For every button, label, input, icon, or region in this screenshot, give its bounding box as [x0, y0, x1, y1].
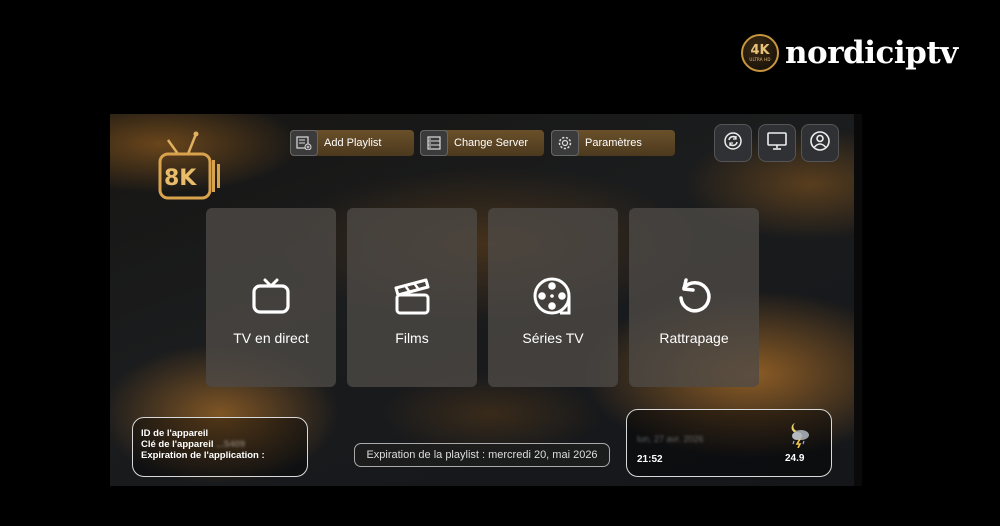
brand-seal-text: 4K	[750, 42, 770, 58]
server-list-icon	[420, 130, 448, 156]
tile-live-tv-label: TV en direct	[233, 330, 309, 346]
app-logo: 8K	[158, 130, 222, 200]
change-server-label: Change Server	[454, 137, 528, 149]
monitor-button[interactable]	[758, 124, 796, 162]
tile-replay-label: Rattrapage	[659, 330, 729, 346]
tile-series-label: Séries TV	[522, 330, 584, 346]
temperature: 24.9	[785, 453, 805, 464]
tv-icon	[251, 276, 291, 316]
playlist-expiration: Expiration de la playlist : mercredi 20,…	[354, 443, 610, 467]
refresh-button[interactable]	[714, 124, 752, 162]
screen-edge	[854, 114, 862, 486]
add-playlist-button[interactable]: Add Playlist	[290, 130, 414, 156]
profile-button[interactable]	[801, 124, 839, 162]
brand-name: nordiciptv	[785, 35, 958, 71]
device-key-label: Clé de l'appareil	[141, 439, 214, 450]
app-expiration-label: Expiration de l'application :	[141, 450, 265, 461]
clock-weather-panel: lun, 27 avr. 2026 21:52 24.9	[626, 409, 832, 477]
tile-live-tv[interactable]: TV en direct	[206, 208, 336, 387]
brand-logo: 4K ULTRA HD nordiciptv	[741, 34, 958, 72]
settings-button[interactable]: Paramètres	[551, 130, 675, 156]
brand-seal-subtext: ULTRA HD	[749, 56, 771, 62]
tile-replay[interactable]: Rattrapage	[629, 208, 759, 387]
brand-seal: 4K ULTRA HD	[741, 34, 779, 72]
device-key-row: Clé de l'appareil ...5409	[141, 439, 299, 450]
tile-films-label: Films	[395, 330, 429, 346]
thunderstorm-night-icon	[787, 422, 811, 453]
device-info-panel: ID de l'appareil Clé de l'appareil ...54…	[132, 417, 308, 477]
add-playlist-label: Add Playlist	[324, 137, 382, 149]
tile-films[interactable]: Films	[347, 208, 477, 387]
monitor-icon	[766, 131, 788, 156]
tile-series[interactable]: Séries TV	[488, 208, 618, 387]
device-key-value: ...5409	[216, 439, 246, 450]
replay-icon	[674, 276, 714, 316]
clapperboard-icon	[392, 276, 432, 316]
refresh-icon	[723, 131, 743, 156]
current-time: 21:52	[637, 454, 663, 465]
current-date: lun, 27 avr. 2026	[637, 434, 704, 444]
gear-icon	[551, 130, 579, 156]
device-id-label: ID de l'appareil	[141, 428, 209, 439]
playlist-add-icon	[290, 130, 318, 156]
change-server-button[interactable]: Change Server	[420, 130, 544, 156]
film-reel-icon	[532, 276, 574, 316]
settings-label: Paramètres	[585, 137, 642, 149]
app-screen: 8K Add Playlist Change Server Paramètres	[110, 114, 862, 486]
app-logo-text: 8K	[164, 166, 197, 191]
user-icon	[809, 130, 831, 157]
